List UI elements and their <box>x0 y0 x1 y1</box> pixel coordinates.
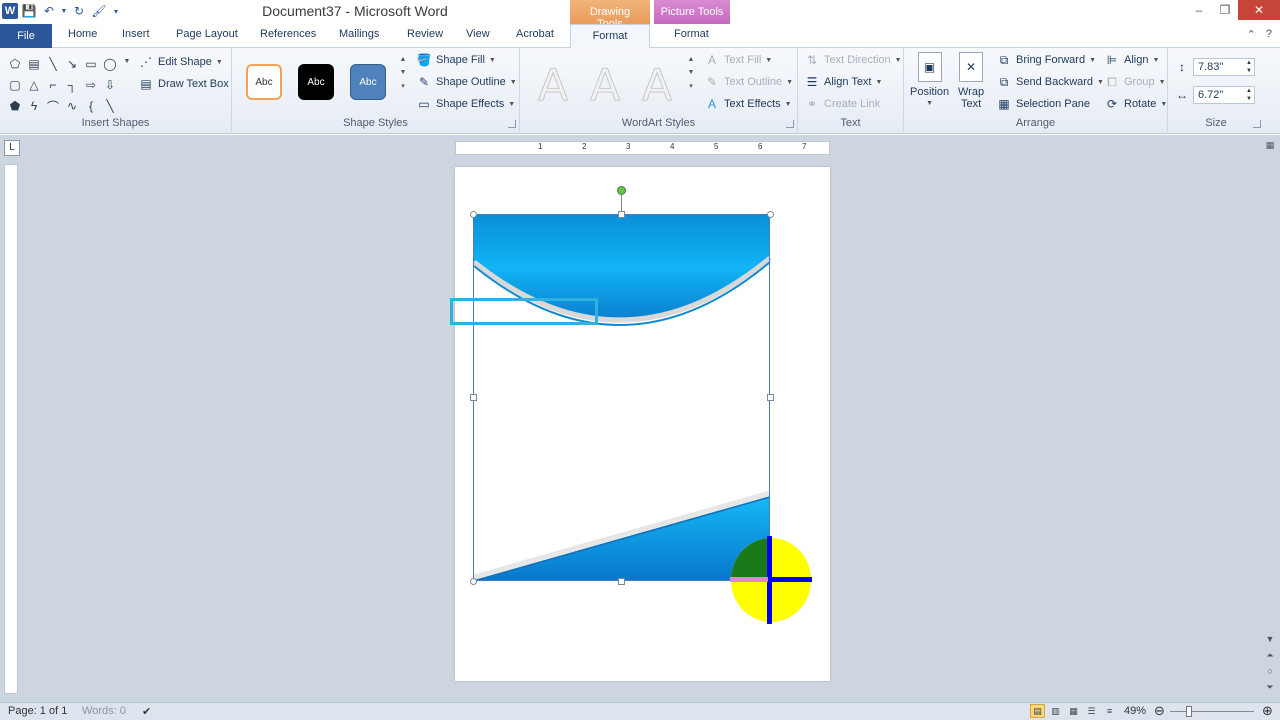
resize-handle-bottom[interactable] <box>618 578 625 585</box>
full-screen-reading-icon[interactable]: ▥ <box>1048 704 1063 718</box>
view-buttons: ▤ ▥ ▦ ☰ ≡ <box>1030 704 1117 718</box>
zoom-in-icon[interactable]: ⊕ <box>1262 703 1273 719</box>
resize-handle-top-right[interactable] <box>767 211 774 218</box>
resize-handle-left[interactable] <box>470 394 477 401</box>
zoom-level[interactable]: 49% <box>1124 705 1146 717</box>
resize-handle-bottom-left[interactable] <box>470 578 477 585</box>
status-bar: Page: 1 of 1 Words: 0 ✔ ▤ ▥ ▦ ☰ ≡ 49% ⊖ … <box>0 702 1280 720</box>
zoom-out-icon[interactable]: ⊖ <box>1154 703 1165 719</box>
selection-frame[interactable] <box>473 214 770 581</box>
cursor-highlight-quarter <box>731 538 771 580</box>
text-box-outline[interactable] <box>450 298 598 325</box>
print-layout-icon[interactable]: ▤ <box>1030 704 1045 718</box>
zoom-slider-thumb[interactable] <box>1186 706 1192 717</box>
outline-view-icon[interactable]: ☰ <box>1084 704 1099 718</box>
proofing-icon[interactable]: ✔ <box>142 705 151 718</box>
web-layout-icon[interactable]: ▦ <box>1066 704 1081 718</box>
draft-view-icon[interactable]: ≡ <box>1102 704 1117 718</box>
word-count[interactable]: Words: 0 <box>82 705 126 717</box>
resize-handle-top-left[interactable] <box>470 211 477 218</box>
rotation-handle[interactable] <box>617 186 626 195</box>
resize-handle-right[interactable] <box>767 394 774 401</box>
crosshair-cursor-left-arm <box>730 577 768 582</box>
page-count[interactable]: Page: 1 of 1 <box>8 705 67 717</box>
zoom-slider[interactable] <box>1170 711 1254 712</box>
resize-handle-top[interactable] <box>618 211 625 218</box>
